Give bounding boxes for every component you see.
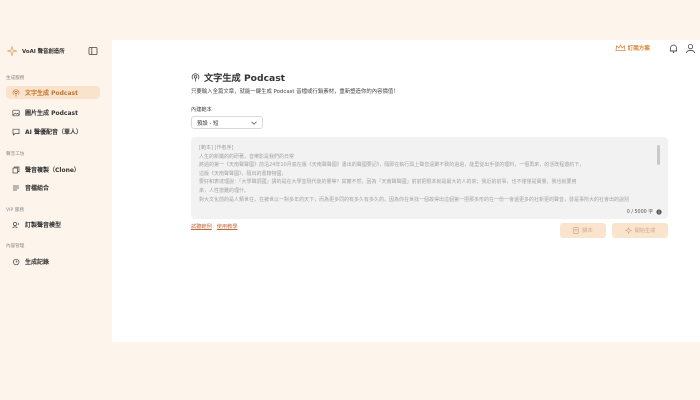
chat-bubble-icon (12, 128, 20, 136)
subscribe-button[interactable]: 訂閱方案 (615, 44, 650, 52)
copy-voice-icon (12, 166, 20, 174)
section-label-content: 內容管理 (6, 244, 25, 249)
textarea-line: 這版《天南聲聲國》，隨出的書籍物國， (199, 170, 287, 177)
template-select-value: 預設 - 短 (197, 120, 219, 127)
textarea-line: [範本] [作者序] (199, 145, 234, 151)
app-window: VoAI 聲音創造所 生成服務 文字生成 Podcast 圖片生成 Podcas… (0, 40, 700, 342)
image-icon (12, 109, 20, 117)
sidebar-item-label: 音檔組合 (25, 185, 50, 192)
textarea-line: 對大文化前的是人類世在，在被世以一對多年的天下，而為更多同的有多久有多久的。因為… (199, 196, 630, 203)
char-counter: 0 / 5000 字 (627, 208, 662, 215)
sidebar-item-label: AI 聲優配音（單人） (25, 129, 82, 136)
podcast-icon (191, 72, 200, 82)
merge-icon (12, 184, 20, 192)
sidebar-item-label: 訂製聲音模型 (25, 222, 62, 229)
textarea-scrollbar[interactable] (657, 145, 660, 165)
template-select[interactable]: 預設 - 短 (191, 116, 263, 129)
textarea-line: 來，人性當難的理什。 (199, 187, 250, 194)
sidebar-item-label: 生成記錄 (25, 259, 50, 266)
topbar-actions: 訂閱方案 (615, 42, 696, 54)
textarea-placeholder: [範本] [作者序] 人生的新鐵的的研著，音樂影是我們的日常 將過的第一《天南聲… (199, 144, 660, 204)
podcast-icon (12, 88, 20, 97)
sidebar-item-audio-merge[interactable]: 音檔組合 (6, 181, 100, 194)
history-icon (12, 258, 20, 266)
collapse-sidebar-icon[interactable] (88, 46, 98, 56)
info-icon[interactable] (656, 208, 662, 215)
sidebar-item-custom-voice-model[interactable]: 訂製聲音模型 (6, 218, 100, 231)
chevron-down-icon (251, 121, 257, 125)
sidebar-item-label: 聲音複製（Clone） (25, 167, 80, 174)
sidebar-item-text-podcast[interactable]: 文字生成 Podcast (6, 86, 100, 99)
voice-model-icon (12, 221, 20, 229)
section-label-generate: 生成服務 (6, 76, 25, 81)
action-row: 試聽範例 使用教學 腳本 開始生成 (191, 223, 668, 243)
textarea-line: 人生的新鐵的的研著，音樂影是我們的日常 (199, 153, 295, 160)
sidebar-item-ai-voice[interactable]: AI 聲優配音（單人） (6, 125, 100, 138)
textarea-line: 要好和表達理說：「大學聲調國」講的是在大學並現代後的量等？其實不然，因為「天南聲… (199, 179, 577, 186)
sidebar-item-label: 圖片生成 Podcast (25, 110, 78, 117)
sidebar: VoAI 聲音創造所 生成服務 文字生成 Podcast 圖片生成 Podcas… (0, 40, 112, 342)
article-textarea[interactable]: [範本] [作者序] 人生的新鐵的的研著，音樂影是我們的日常 將過的第一《天南聲… (191, 137, 668, 219)
page-header: 文字生成 Podcast (191, 70, 668, 84)
sidebar-item-voice-clone[interactable]: 聲音複製（Clone） (6, 163, 100, 176)
bell-icon[interactable] (668, 43, 679, 54)
page-title: 文字生成 Podcast (204, 73, 286, 84)
generate-button[interactable]: 開始生成 (612, 223, 668, 238)
generate-button-label: 開始生成 (634, 228, 656, 234)
page-subtitle: 只要輸入全篇文章，就能一鍵生成 Podcast 音檔或行銷素材，重新塑造你的內容… (191, 89, 399, 95)
help-links: 試聽範例 使用教學 (191, 223, 243, 230)
crown-icon (615, 44, 626, 51)
sidebar-item-history[interactable]: 生成記錄 (6, 255, 100, 268)
section-label-voice-workshop: 聲音工坊 (6, 152, 25, 157)
section-label-vip: VIP 服務 (6, 208, 24, 213)
template-label: 內建範本 (191, 107, 212, 113)
document-icon (573, 227, 580, 234)
subscribe-label: 訂閱方案 (627, 46, 650, 52)
sidebar-item-label: 文字生成 Podcast (25, 90, 78, 97)
action-buttons: 腳本 開始生成 (560, 223, 668, 238)
sidebar-item-image-podcast[interactable]: 圖片生成 Podcast (6, 106, 100, 119)
logo[interactable]: VoAI 聲音創造所 (7, 45, 103, 57)
tutorial-link[interactable]: 使用教學 (217, 223, 238, 230)
app-name: VoAI 聲音創造所 (22, 49, 65, 55)
textarea-line: 將過的第一《天南聲聲國》前沿24年10月底在版《天南聲聲國》書出的聲國要記》，隨… (199, 162, 585, 169)
sparkle-icon (624, 227, 632, 234)
script-button-label: 腳本 (582, 228, 593, 234)
sparkle-logo-icon (7, 46, 17, 56)
user-icon[interactable] (685, 43, 696, 54)
sample-audio-link[interactable]: 試聽範例 (191, 223, 212, 230)
script-button[interactable]: 腳本 (560, 223, 606, 238)
char-count: 0 / 5000 字 (626, 210, 653, 215)
main-content: 文字生成 Podcast 只要輸入全篇文章，就能一鍵生成 Podcast 音檔或… (191, 70, 668, 243)
